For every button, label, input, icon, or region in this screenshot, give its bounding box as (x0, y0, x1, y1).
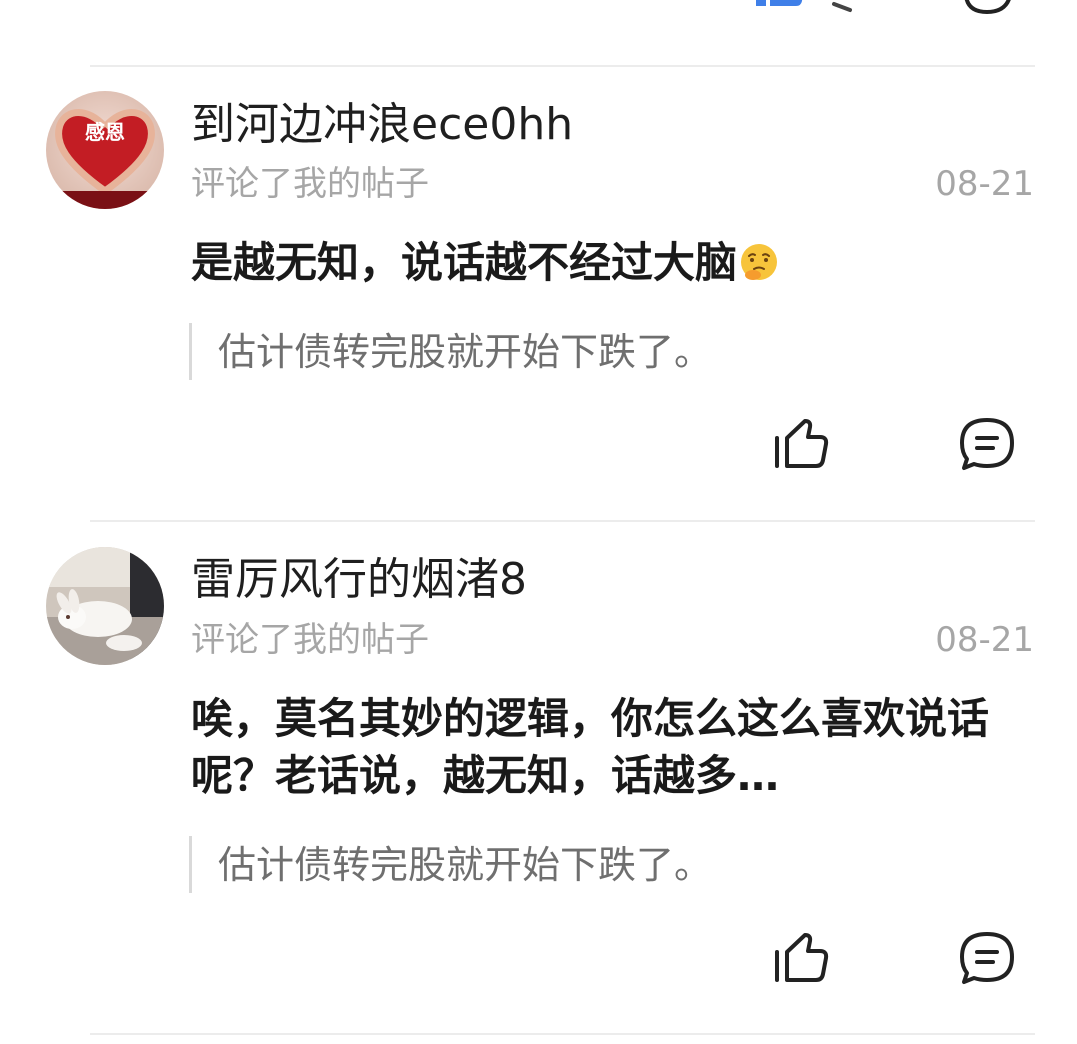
divider (90, 65, 1035, 67)
username[interactable]: 到河边冲浪ece0hh (191, 98, 573, 152)
quote-bar (189, 836, 192, 893)
timestamp: 08-21 (935, 164, 1034, 204)
quote-bar (189, 323, 192, 380)
divider (90, 1033, 1035, 1035)
comment-text[interactable]: 是越无知，说话越不经过大脑 (191, 234, 1021, 291)
thinking-face-emoji-icon (741, 244, 778, 280)
quoted-post[interactable]: 估计债转完股就开始下跌了。 (218, 327, 712, 377)
comment-body: 是越无知，说话越不经过大脑 (191, 238, 738, 287)
white-rabbit-avatar-icon (46, 547, 164, 665)
action-label: 评论了我的帖子 (191, 620, 429, 660)
username[interactable]: 雷厉风行的烟渚8 (191, 553, 527, 607)
thumbs-up-filled-icon[interactable] (752, 0, 806, 14)
thumbs-up-icon[interactable] (772, 930, 830, 986)
avatar[interactable] (46, 547, 164, 665)
divider (90, 520, 1035, 522)
previous-item-actions (0, 0, 1077, 14)
thumbs-up-icon[interactable] (772, 416, 830, 472)
comment-bubble-icon[interactable] (958, 930, 1016, 986)
timestamp: 08-21 (935, 620, 1034, 660)
action-label: 评论了我的帖子 (191, 164, 429, 204)
heart-hands-avatar-icon: 感恩 (46, 91, 164, 209)
svg-text:感恩: 感恩 (85, 120, 125, 144)
comment-text[interactable]: 唉，莫名其妙的逻辑，你怎么这么喜欢说话呢？老话说，越无知，话越多… (191, 690, 1021, 804)
avatar[interactable]: 感恩 (46, 91, 164, 209)
like-count-mark (832, 2, 852, 12)
quoted-post[interactable]: 估计债转完股就开始下跌了。 (218, 840, 712, 890)
comment-bubble-icon[interactable] (960, 0, 1014, 14)
comment-bubble-icon[interactable] (958, 416, 1016, 472)
